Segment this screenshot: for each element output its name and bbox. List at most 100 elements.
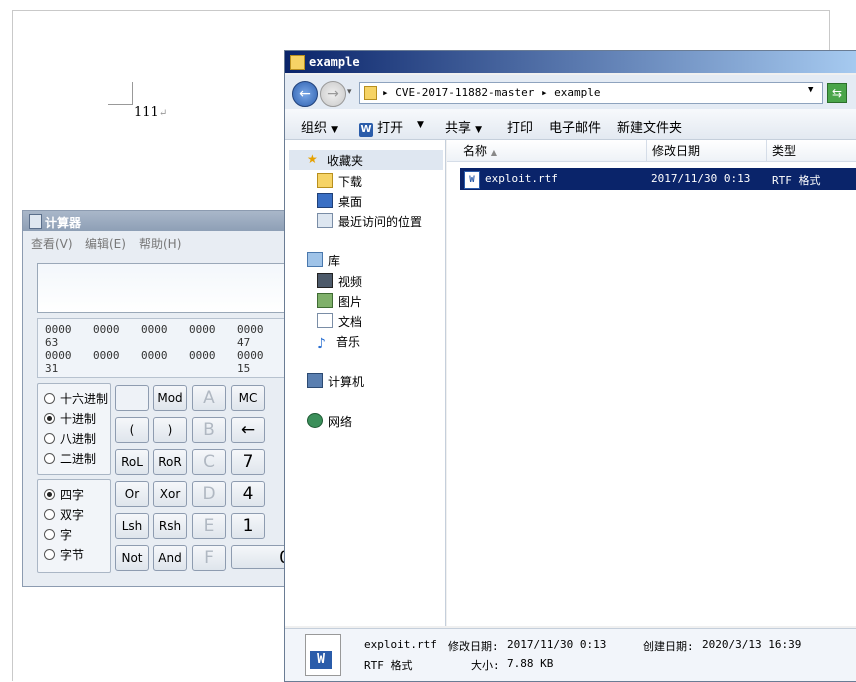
ror-button[interactable]: RoR — [153, 449, 187, 475]
file-row[interactable]: W exploit.rtf 2017/11/30 0:13 RTF 格式 — [460, 168, 856, 190]
calculator-titlebar[interactable]: 计算器 — [23, 211, 293, 231]
backspace-button[interactable]: ← — [231, 417, 265, 443]
chevron-down-icon[interactable]: ▼ — [808, 85, 813, 95]
radio-dot-icon — [44, 549, 55, 560]
hex-e-button[interactable]: E — [192, 513, 226, 539]
document-text-content: 111 — [134, 105, 159, 120]
refresh-icon[interactable]: ⇆ — [827, 83, 847, 103]
address-input[interactable]: ▸ CVE-2017-11882-master ▸ example ▼ — [359, 82, 823, 104]
new-folder-button[interactable]: 新建文件夹 — [617, 117, 682, 136]
and-button[interactable]: And — [153, 545, 187, 571]
lsh-button[interactable]: Lsh — [115, 513, 149, 539]
radix-group: 十六进制 十进制 八进制 二进制 — [37, 383, 111, 475]
share-button[interactable]: 共享 ▼ — [445, 117, 482, 136]
radio-dword[interactable]: 双字 — [44, 506, 84, 523]
breadcrumb[interactable]: ▸ CVE-2017-11882-master ▸ example — [382, 86, 601, 99]
hex-b-button[interactable]: B — [192, 417, 226, 443]
explorer-title: example — [309, 55, 360, 69]
bit-group: 0000 — [189, 323, 216, 336]
nav-documents[interactable]: 文档 — [317, 313, 362, 330]
bit-position: 15 — [237, 362, 251, 375]
radio-byte[interactable]: 字节 — [44, 546, 84, 563]
nav-downloads[interactable]: 下载 — [317, 173, 362, 190]
nav-network[interactable]: 网络 — [307, 413, 352, 430]
column-name[interactable]: 名称 ▲ — [447, 140, 647, 162]
nav-label: 计算机 — [328, 375, 365, 389]
nav-music[interactable]: ♪ 音乐 — [317, 333, 360, 351]
history-dropdown-icon[interactable]: ▾ — [347, 87, 352, 97]
radio-bin[interactable]: 二进制 — [44, 450, 96, 467]
nav-label: 下载 — [338, 175, 363, 189]
menu-view[interactable]: 查看(V) — [31, 235, 73, 252]
radio-dot-icon — [44, 393, 55, 404]
organize-button[interactable]: 组织 ▼ — [301, 117, 338, 136]
menu-edit[interactable]: 编辑(E) — [85, 235, 126, 252]
bit-group: 0000 — [237, 323, 264, 336]
radio-label: 十六进制 — [60, 392, 109, 406]
radio-word[interactable]: 字 — [44, 526, 72, 543]
nav-videos[interactable]: 视频 — [317, 273, 362, 290]
radio-dec[interactable]: 十进制 — [44, 410, 96, 427]
nav-favorites[interactable]: ★ 收藏夹 — [289, 150, 443, 170]
calculator-app-icon — [29, 214, 42, 229]
digit-1-button[interactable]: 1 — [231, 513, 265, 539]
details-type: RTF 格式 — [364, 659, 413, 672]
column-label: 名称 — [463, 144, 488, 158]
email-button[interactable]: 电子邮件 — [549, 117, 601, 136]
nav-computer[interactable]: 计算机 — [307, 373, 364, 390]
desktop-icon — [317, 193, 333, 208]
network-icon — [307, 413, 323, 428]
nav-libraries[interactable]: 库 — [307, 252, 340, 269]
radio-label: 四字 — [60, 488, 85, 502]
hex-d-button[interactable]: D — [192, 481, 226, 507]
radio-dot-icon — [44, 489, 55, 500]
mod-button[interactable]: Mod — [153, 385, 187, 411]
radio-hex[interactable]: 十六进制 — [44, 390, 108, 407]
xor-button[interactable]: Xor — [153, 481, 187, 507]
document-text[interactable]: 111↵ — [134, 105, 167, 120]
radio-label: 八进制 — [60, 432, 97, 446]
column-modified[interactable]: 修改日期 — [647, 140, 767, 162]
forward-arrow-icon[interactable]: → — [320, 81, 346, 107]
hex-c-button[interactable]: C — [192, 449, 226, 475]
or-button[interactable]: Or — [115, 481, 149, 507]
open-button[interactable]: W 打开 — [359, 117, 403, 137]
hex-f-button[interactable]: F — [192, 545, 226, 571]
nav-recent[interactable]: 最近访问的位置 — [317, 213, 422, 230]
nav-pictures[interactable]: 图片 — [317, 293, 362, 310]
rsh-button[interactable]: Rsh — [153, 513, 187, 539]
video-icon — [317, 273, 333, 288]
nav-label: 文档 — [338, 315, 363, 329]
radio-label: 双字 — [60, 508, 85, 522]
nav-label: 最近访问的位置 — [338, 215, 423, 229]
nav-label: 收藏夹 — [327, 154, 364, 168]
open-dropdown-icon[interactable]: ▼ — [417, 120, 424, 130]
right-paren-button[interactable]: ) — [153, 417, 187, 443]
radio-qword[interactable]: 四字 — [44, 486, 84, 503]
menu-help[interactable]: 帮助(H) — [139, 235, 181, 252]
radio-oct[interactable]: 八进制 — [44, 430, 96, 447]
hex-a-button[interactable]: A — [192, 385, 226, 411]
back-arrow-icon[interactable]: ← — [292, 81, 318, 107]
wordsize-group: 四字 双字 字 字节 — [37, 479, 111, 573]
bit-group: 0000 — [141, 349, 168, 362]
mc-button[interactable]: MC — [231, 385, 265, 411]
sort-ascending-icon: ▲ — [490, 148, 497, 157]
left-paren-button[interactable]: ( — [115, 417, 149, 443]
digit-4-button[interactable]: 4 — [231, 481, 265, 507]
details-modified-label: 修改日期: — [448, 640, 499, 653]
explorer-titlebar[interactable]: example — [285, 51, 856, 73]
nav-desktop[interactable]: 桌面 — [317, 193, 362, 210]
explorer-window: example ← → ▾ ▸ CVE-2017-11882-master ▸ … — [284, 50, 856, 682]
file-name: exploit.rtf — [485, 172, 558, 185]
print-button[interactable]: 打印 — [507, 117, 533, 136]
radio-dot-icon — [44, 529, 55, 540]
digit-7-button[interactable]: 7 — [231, 449, 265, 475]
not-button[interactable]: Not — [115, 545, 149, 571]
column-type[interactable]: 类型 — [767, 140, 856, 162]
details-pane: W exploit.rtf 修改日期: 2017/11/30 0:13 创建日期… — [285, 628, 856, 681]
navigation-pane: ★ 收藏夹 下载 桌面 最近访问的位置 库 视频 图片 文档 ♪ 音乐 计算机 网… — [285, 140, 446, 626]
command-bar: 组织 ▼ W 打开 ▼ 共享 ▼ 打印 电子邮件 新建文件夹 — [285, 109, 856, 140]
rol-button[interactable]: RoL — [115, 449, 149, 475]
radio-dot-icon — [44, 509, 55, 520]
